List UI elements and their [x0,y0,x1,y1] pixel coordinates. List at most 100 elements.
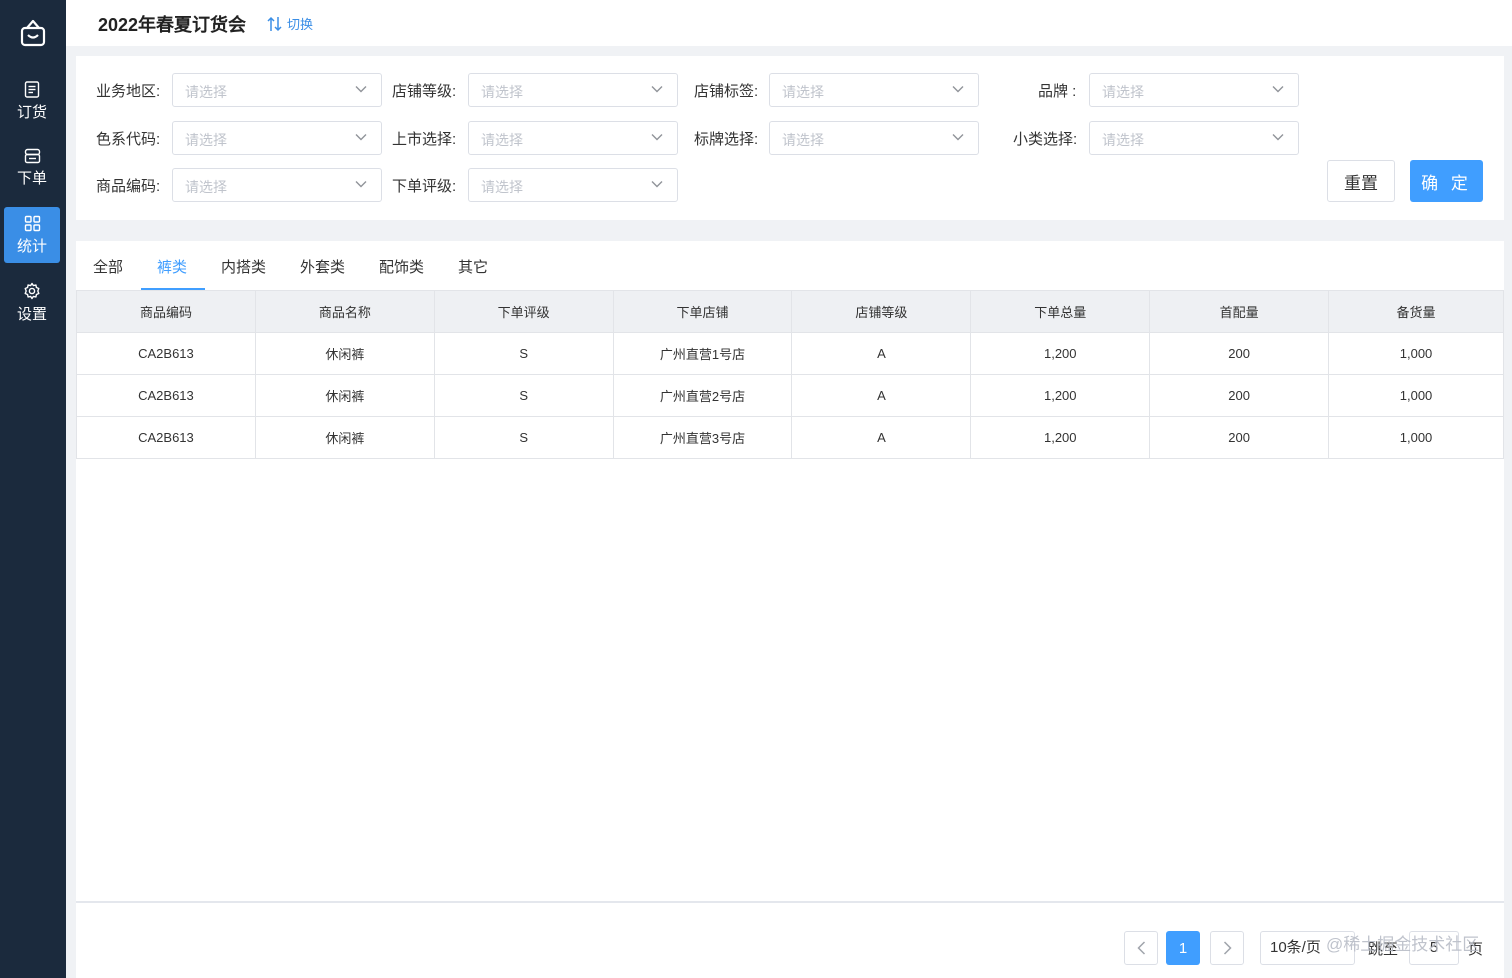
store-icon [24,148,40,164]
table-cell: 1,000 [1328,332,1504,375]
sidebar: 订货 下单 统计 设置 [0,0,66,978]
chevron-down-icon [355,134,367,141]
table-cell: 休闲裤 [254,332,435,375]
sidebar-item-statistics[interactable]: 统计 [4,207,60,263]
table-cell: S [433,374,614,417]
confirm-button[interactable]: 确 定 [1410,160,1483,202]
sidebar-item-label: 设置 [16,306,47,323]
table-cell: 200 [1149,416,1330,459]
sidebar-item-label: 下单 [16,170,47,187]
page-number-current[interactable]: 1 [1166,931,1200,965]
brand-select[interactable]: 请选择 [1089,73,1299,107]
select-placeholder: 请选择 [481,84,523,100]
tab-outerwear[interactable]: 外套类 [300,256,345,277]
footer-divider [76,901,1504,903]
reset-button[interactable]: 重置 [1327,160,1395,202]
select-placeholder: 请选择 [185,179,227,195]
switch-button[interactable]: 切换 [266,14,313,33]
table-cell: 200 [1149,332,1330,375]
select-placeholder: 请选择 [782,132,824,148]
label-select[interactable]: 请选择 [769,121,979,155]
table-cell: 广州直营2号店 [612,374,793,417]
table-cell: A [791,416,972,459]
order-rating-select[interactable]: 请选择 [468,168,678,202]
tab-accessories[interactable]: 配饰类 [379,256,424,277]
product-code-select[interactable]: 请选择 [172,168,382,202]
watermark: @稀土掘金技术社区 [1326,935,1480,954]
sidebar-item-settings[interactable]: 设置 [4,275,60,331]
table-cell: S [433,416,614,459]
subcategory-label: 小类选择: [1013,131,1078,148]
tab-pants[interactable]: 裤类 [157,256,187,277]
tab-other[interactable]: 其它 [458,256,488,277]
table-cell: 1,000 [1328,416,1504,459]
switch-label: 切换 [287,17,314,32]
column-header[interactable]: 商品名称 [254,290,435,333]
region-select[interactable]: 请选择 [172,73,382,107]
select-placeholder: 请选择 [185,84,227,100]
content-panel: 全部 裤类 内搭类 外套类 配饰类 其它 商品编码 商品名称 下单评级 下单店铺… [76,241,1504,978]
color-code-label: 色系代码: [96,131,161,148]
page-title: 2022年春夏订货会 [98,15,247,35]
table-row[interactable]: CA2B613 休闲裤 S 广州直营2号店 A 1,200 200 1,000 [76,374,1504,417]
chevron-down-icon [1272,86,1284,93]
table-cell: 200 [1149,374,1330,417]
table-row[interactable]: CA2B613 休闲裤 S 广州直营3号店 A 1,200 200 1,000 [76,416,1504,459]
select-placeholder: 请选择 [1102,132,1144,148]
column-header[interactable]: 店铺等级 [791,290,972,333]
column-header[interactable]: 商品编码 [76,290,256,333]
select-placeholder: 请选择 [1102,84,1144,100]
list-icon [24,80,40,98]
product-code-label: 商品编码: [96,178,161,195]
select-placeholder: 请选择 [481,179,523,195]
subcategory-select[interactable]: 请选择 [1089,121,1299,155]
chevron-down-icon [1272,134,1284,141]
chevron-down-icon [355,86,367,93]
sidebar-item-place-order[interactable]: 下单 [4,140,60,196]
gear-icon [24,282,40,300]
table-header-row: 商品编码 商品名称 下单评级 下单店铺 店铺等级 下单总量 首配量 备货量 [76,290,1504,333]
data-table: 商品编码 商品名称 下单评级 下单店铺 店铺等级 下单总量 首配量 备货量 CA… [76,290,1504,459]
select-placeholder: 请选择 [481,132,523,148]
column-header[interactable]: 下单总量 [970,290,1151,333]
store-level-select[interactable]: 请选择 [468,73,678,107]
column-header[interactable]: 下单店铺 [612,290,793,333]
table-cell: 1,200 [970,374,1151,417]
table-cell: 1,000 [1328,374,1504,417]
chevron-down-icon [651,134,663,141]
next-page-button[interactable] [1210,931,1244,965]
table-row[interactable]: CA2B613 休闲裤 S 广州直营1号店 A 1,200 200 1,000 [76,332,1504,375]
chevron-left-icon [1136,941,1145,955]
label-select-label: 标牌选择: [694,131,759,148]
sidebar-item-label: 订货 [16,103,47,121]
column-header[interactable]: 下单评级 [433,290,614,333]
sidebar-item-label: 统计 [16,237,47,255]
category-tabs: 全部 裤类 内搭类 外套类 配饰类 其它 [76,241,1504,291]
launch-select[interactable]: 请选择 [468,121,678,155]
table-cell: CA2B613 [76,374,256,417]
column-header[interactable]: 备货量 [1328,290,1504,333]
tab-all[interactable]: 全部 [93,256,123,277]
table-cell: CA2B613 [76,416,256,459]
table-cell: 休闲裤 [254,374,435,417]
color-code-select[interactable]: 请选择 [172,121,382,155]
chevron-right-icon [1223,941,1232,955]
chevron-down-icon [651,181,663,188]
bag-icon[interactable] [0,0,66,66]
chevron-down-icon [651,86,663,93]
table-cell: 广州直营1号店 [612,332,793,375]
store-tag-select[interactable]: 请选择 [769,73,979,107]
sidebar-item-order[interactable]: 订货 [4,73,60,129]
table-cell: 广州直营3号店 [612,416,793,459]
table-cell: A [791,374,972,417]
tab-inner[interactable]: 内搭类 [221,256,266,277]
chevron-down-icon [952,134,964,141]
store-level-label: 店铺等级: [392,83,457,100]
header: 2022年春夏订货会 切换 [66,0,1512,46]
table-cell: 1,200 [970,416,1151,459]
column-header[interactable]: 首配量 [1149,290,1330,333]
brand-label: 品牌 : [1038,83,1077,100]
select-placeholder: 请选择 [185,132,227,148]
select-placeholder: 请选择 [782,84,824,100]
prev-page-button[interactable] [1124,931,1158,965]
